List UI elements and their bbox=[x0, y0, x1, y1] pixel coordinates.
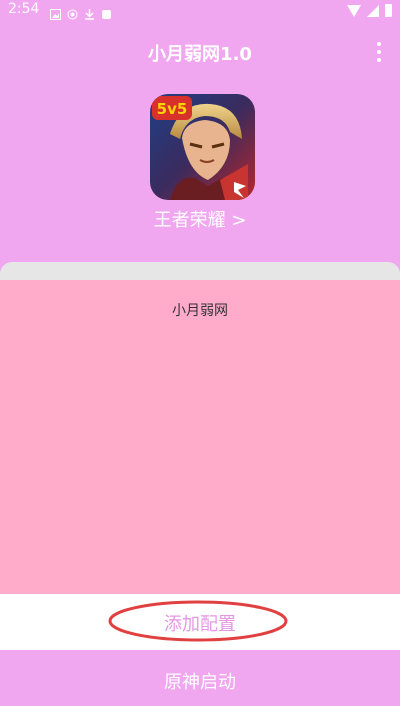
app-title: 小月弱网1.0 bbox=[148, 44, 252, 65]
overflow-menu-button[interactable] bbox=[372, 42, 386, 62]
game-selector-link[interactable]: 王者荣耀 > bbox=[0, 206, 400, 232]
menu-dot bbox=[377, 42, 381, 46]
status-time: 2:54 bbox=[8, 1, 40, 17]
game-app-icon[interactable]: 5v5 bbox=[150, 94, 255, 200]
wifi-icon bbox=[347, 4, 361, 17]
highlight-circle bbox=[108, 600, 288, 642]
gallery-icon bbox=[50, 5, 61, 20]
menu-dot bbox=[377, 50, 381, 54]
status-system-icons bbox=[347, 4, 392, 17]
download-icon bbox=[84, 5, 95, 20]
app-bar: 小月弱网1.0 bbox=[0, 22, 400, 80]
status-bar: 2:54 bbox=[0, 0, 400, 22]
start-button[interactable]: 原神启动 bbox=[0, 650, 400, 706]
menu-dot bbox=[377, 58, 381, 62]
status-notification-icons bbox=[50, 5, 112, 20]
game-icon-badge: 5v5 bbox=[157, 100, 188, 118]
start-label: 原神启动 bbox=[164, 672, 236, 693]
app-notification-icon bbox=[101, 5, 112, 19]
battery-icon bbox=[385, 4, 392, 17]
card-title: 小月弱网 bbox=[172, 303, 228, 319]
signal-icon bbox=[367, 4, 379, 17]
record-icon bbox=[67, 5, 78, 20]
